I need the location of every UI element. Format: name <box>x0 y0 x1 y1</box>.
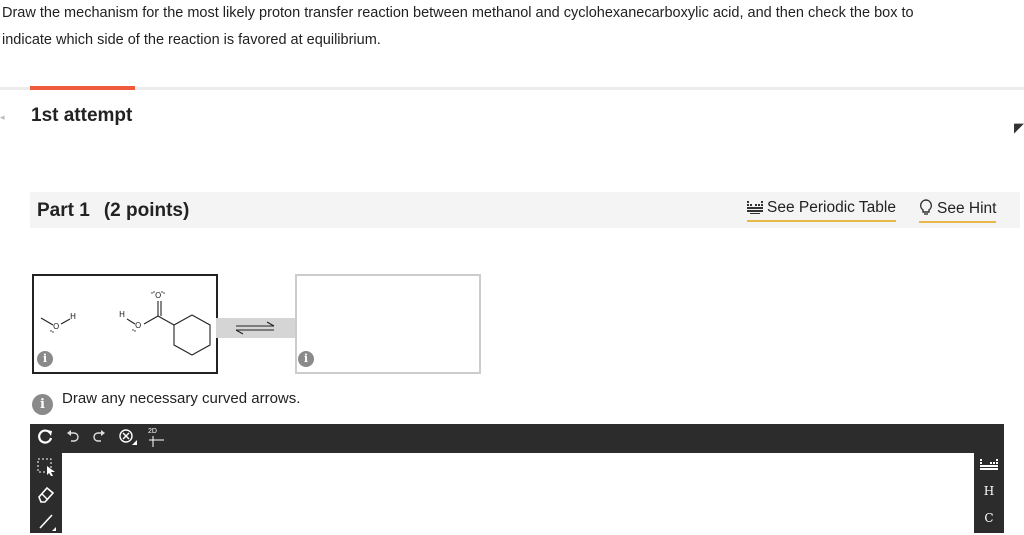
undo-icon[interactable] <box>66 428 80 449</box>
methanol-oxygen: O <box>53 322 59 331</box>
redo-icon[interactable] <box>92 428 106 449</box>
part-label: Part 1 <box>37 200 90 221</box>
question-line-2: indicate which side of the reaction is f… <box>2 32 381 48</box>
collapse-caret-icon[interactable]: ◂ <box>0 112 5 123</box>
element-hydrogen-button[interactable]: H <box>974 484 1004 498</box>
acid-hydrogen: H <box>119 310 125 319</box>
eraser-tool-icon[interactable] <box>30 484 62 508</box>
products-box[interactable] <box>295 274 481 374</box>
see-periodic-table-link[interactable]: See Periodic Table <box>747 199 896 222</box>
single-bond-tool-icon[interactable] <box>30 511 62 535</box>
element-palette-right: H C <box>974 453 1004 533</box>
select-tool-icon[interactable] <box>30 457 62 481</box>
question-text: Draw the mechanism for the most likely p… <box>2 0 1002 54</box>
active-tab-indicator <box>30 86 135 90</box>
lightbulb-icon <box>919 199 933 220</box>
drawing-canvas[interactable] <box>62 453 974 533</box>
part-points: (2 points) <box>103 200 190 221</box>
part-title: Part 1 (2 points) <box>37 200 189 222</box>
clear-icon[interactable] <box>118 428 138 453</box>
part-header: Part 1 (2 points) See Periodic Table See … <box>30 192 1020 228</box>
instruction-info-icon: i <box>32 394 53 415</box>
instruction: i Draw any necessary curved arrows. <box>32 390 300 415</box>
question-line-1: Draw the mechanism for the most likely p… <box>2 5 914 21</box>
see-hint-link[interactable]: See Hint <box>919 199 997 223</box>
2d-clean-icon[interactable]: 2D <box>148 428 166 448</box>
section-divider <box>0 87 1024 90</box>
reactants-structure: O H H O O <box>40 291 211 356</box>
periodic-table-palette-icon[interactable] <box>974 458 1004 475</box>
equilibrium-arrow <box>216 318 295 338</box>
tool-palette-left <box>30 453 62 533</box>
reset-icon[interactable] <box>36 428 54 451</box>
expand-caret-icon[interactable]: ◤ <box>1014 120 1024 136</box>
acid-carbonyl-oxygen: O <box>155 291 161 300</box>
element-carbon-button[interactable]: C <box>974 511 1004 525</box>
periodic-link-label: See Periodic Table <box>767 199 896 216</box>
instruction-text: Draw any necessary curved arrows. <box>62 390 301 407</box>
reactants-info-icon[interactable]: i <box>37 351 53 367</box>
2d-clean-label: 2D <box>148 428 157 435</box>
reactants-box[interactable]: O H H O O <box>32 274 218 374</box>
acid-hydroxyl-oxygen: O <box>135 321 141 330</box>
hint-link-label: See Hint <box>937 200 997 217</box>
drawing-toolbar: 2D <box>30 424 1004 453</box>
methanol-hydrogen: H <box>70 312 76 321</box>
attempt-heading: 1st attempt <box>31 105 133 126</box>
products-info-icon[interactable]: i <box>298 351 314 367</box>
periodic-table-icon <box>747 200 763 219</box>
